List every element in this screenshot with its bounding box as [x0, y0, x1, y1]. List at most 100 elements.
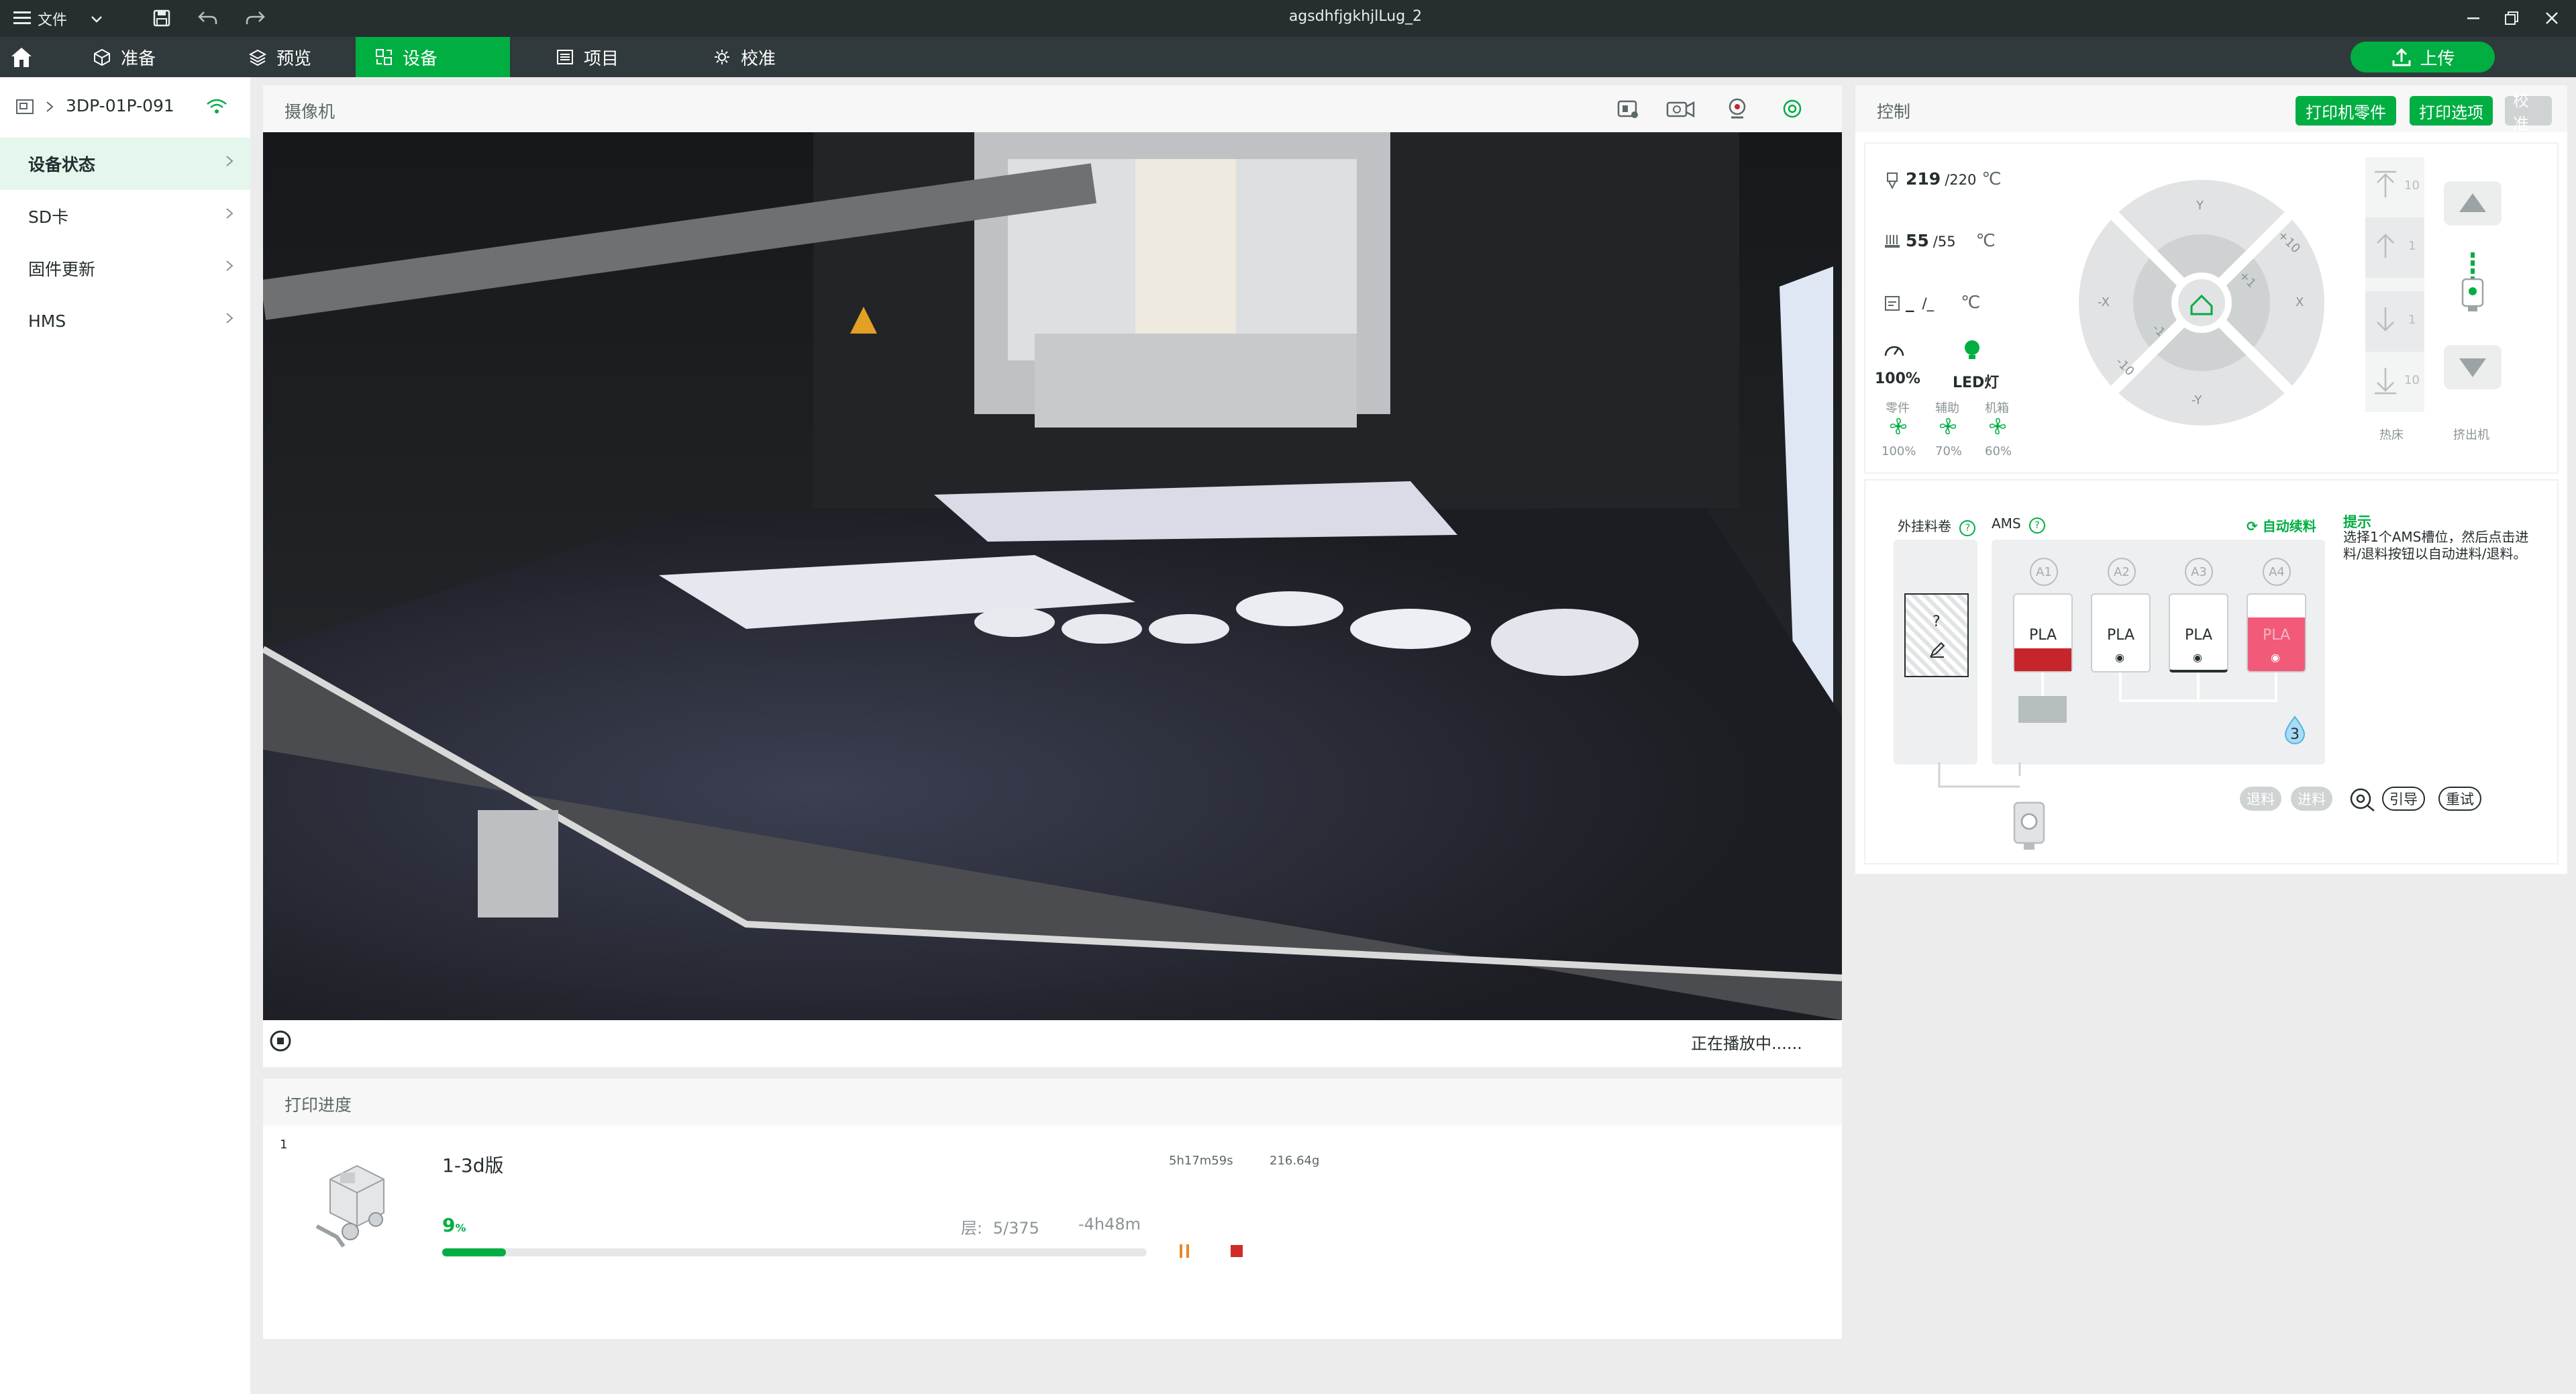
progress-percent-value: 9	[442, 1214, 456, 1236]
fan-icon[interactable]	[1938, 416, 1958, 439]
sd-record-icon[interactable]	[1616, 97, 1640, 123]
auto-refill-toggle[interactable]: ⟳ 自动续料	[2247, 515, 2316, 535]
fan-icon[interactable]	[1988, 416, 2008, 439]
help-icon[interactable]: ?	[1959, 520, 1976, 536]
title-bar: 文件 agsdhfjgkhjlLug_2	[0, 0, 2576, 37]
retry-button[interactable]: 重试	[2438, 787, 2481, 811]
lamp-icon[interactable]	[1961, 338, 1983, 364]
chevron-right-icon	[226, 208, 234, 219]
bed-up-1-button[interactable]: 1	[2365, 217, 2424, 278]
restore-icon[interactable]	[2503, 9, 2520, 30]
progress-track	[442, 1248, 1147, 1256]
tab-preview[interactable]: 预览	[229, 37, 330, 77]
chevron-right-icon	[43, 99, 56, 117]
fan-label-part: 零件	[1886, 401, 1910, 415]
save-icon[interactable]	[152, 8, 172, 31]
upload-button[interactable]: 上传	[2351, 42, 2495, 72]
fan-icon[interactable]	[1888, 416, 1908, 439]
timelapse-icon[interactable]	[1665, 97, 1696, 123]
unload-button[interactable]: 退料	[2240, 787, 2281, 811]
jog-y-minus: -Y	[2192, 393, 2202, 407]
camera-title: 摄像机	[285, 102, 336, 121]
sidebar-item-firmware[interactable]: 固件更新	[0, 242, 250, 295]
extruder-path	[1938, 762, 2021, 788]
help-icon[interactable]: ?	[2029, 517, 2045, 534]
stream-status: 正在播放中......	[1691, 1034, 1802, 1053]
sidebar-item-sd-card[interactable]: SD卡	[0, 190, 250, 242]
fan-value-aux: 70%	[1935, 444, 1963, 458]
camera-settings-icon[interactable]	[1781, 97, 1804, 123]
bed-label: 热床	[2379, 428, 2404, 442]
chevron-down-icon[interactable]	[89, 11, 105, 30]
jog-dial[interactable]: Y -Y -X X +10 +1 -1 -10	[2077, 179, 2326, 427]
camera-panel: 摄像机 正在播放中......	[263, 85, 1842, 1067]
tab-prepare[interactable]: 准备	[74, 37, 174, 77]
external-spool-question: ?	[1933, 613, 1941, 630]
webcam-icon[interactable]	[1726, 97, 1749, 123]
layer-info: 层: 5/375	[961, 1215, 1039, 1238]
print-options-button[interactable]: 打印选项	[2410, 96, 2493, 126]
menu-icon[interactable]	[12, 9, 32, 27]
layer-label: 层:	[961, 1219, 983, 1238]
bed-temp-current: 55	[1906, 231, 1929, 250]
close-icon[interactable]	[2543, 9, 2561, 30]
speed-icon[interactable]	[1883, 340, 1906, 362]
printer-parts-button[interactable]: 打印机零件	[2296, 96, 2396, 126]
external-spool-slot[interactable]: ?	[1904, 593, 1969, 677]
jog-x-plus: X	[2296, 295, 2304, 309]
fan-label-chamber: 机箱	[1985, 401, 2009, 415]
tab-device[interactable]: 设备	[356, 37, 510, 77]
nozzle-icon	[1883, 170, 1902, 193]
extruder-label: 挤出机	[2453, 428, 2489, 442]
ams-title: AMS ?	[1992, 515, 2045, 534]
nozzle-temp-current: 219	[1906, 169, 1941, 189]
humidity-level: 3	[2290, 726, 2300, 743]
ams-settings-icon[interactable]	[2347, 785, 2377, 815]
bed-temp[interactable]: 55/55 ℃	[1906, 231, 1996, 251]
bed-down-10-button[interactable]: 10	[2365, 352, 2424, 412]
bed-move-column: 10 1 1 10	[2365, 157, 2424, 412]
chamber-temp-target: /_	[1922, 295, 1935, 311]
device-selector[interactable]: 3DP-01P-091	[66, 96, 174, 115]
layers-icon	[248, 49, 267, 66]
load-button[interactable]: 进料	[2291, 787, 2332, 811]
bed-step-label: 1	[2408, 313, 2416, 327]
fan-value-part: 100%	[1882, 444, 1916, 458]
undo-icon[interactable]	[197, 8, 219, 31]
control-title: 控制	[1877, 102, 1911, 121]
guide-button[interactable]: 引导	[2382, 787, 2425, 811]
print-progress-panel: 打印进度 1 1-3d版 5h17m59s 216.64g 9% 层: 5/37…	[263, 1079, 1842, 1339]
calibrate-button[interactable]: 校准	[2505, 91, 2552, 134]
nozzle-temp[interactable]: 219/220 ℃	[1906, 169, 2002, 189]
sidebar-item-hms[interactable]: HMS	[0, 295, 250, 347]
stop-button[interactable]	[1225, 1240, 1248, 1265]
file-menu[interactable]: 文件	[38, 8, 67, 30]
edit-icon[interactable]	[1928, 640, 1947, 662]
chamber-temp: _ /_ ℃	[1906, 293, 1980, 313]
bed-up-10-button[interactable]: 10	[2365, 157, 2424, 217]
tab-project[interactable]: 项目	[537, 37, 637, 77]
pause-button[interactable]	[1173, 1240, 1196, 1265]
chamber-icon	[1883, 294, 1902, 315]
job-weight: 216.64g	[1270, 1154, 1320, 1168]
plate-index: 1	[280, 1138, 288, 1152]
home-icon[interactable]	[9, 45, 34, 72]
tab-calibration[interactable]: 校准	[694, 37, 794, 77]
nozzle-temp-target: /220	[1945, 172, 1977, 188]
job-thumbnail	[303, 1152, 397, 1256]
sidebar-item-label: 固件更新	[28, 260, 96, 279]
gear-icon	[715, 50, 729, 64]
window-title: agsdhfjgkhjlLug_2	[1288, 8, 1423, 25]
extrude-up-button[interactable]	[2444, 181, 2502, 228]
redo-icon[interactable]	[244, 8, 266, 31]
minimize-icon[interactable]	[2465, 9, 2482, 30]
sidebar-item-device-status[interactable]: 设备状态	[0, 138, 250, 190]
wifi-icon	[205, 97, 228, 119]
tab-label: 准备	[121, 48, 156, 69]
camera-feed	[263, 132, 1842, 1020]
progress-percent: 9%	[442, 1214, 466, 1236]
bed-down-1-button[interactable]: 1	[2365, 291, 2424, 352]
stop-stream-button[interactable]	[270, 1030, 291, 1054]
retract-button[interactable]	[2444, 345, 2502, 392]
bed-step-label: 10	[2404, 179, 2420, 193]
